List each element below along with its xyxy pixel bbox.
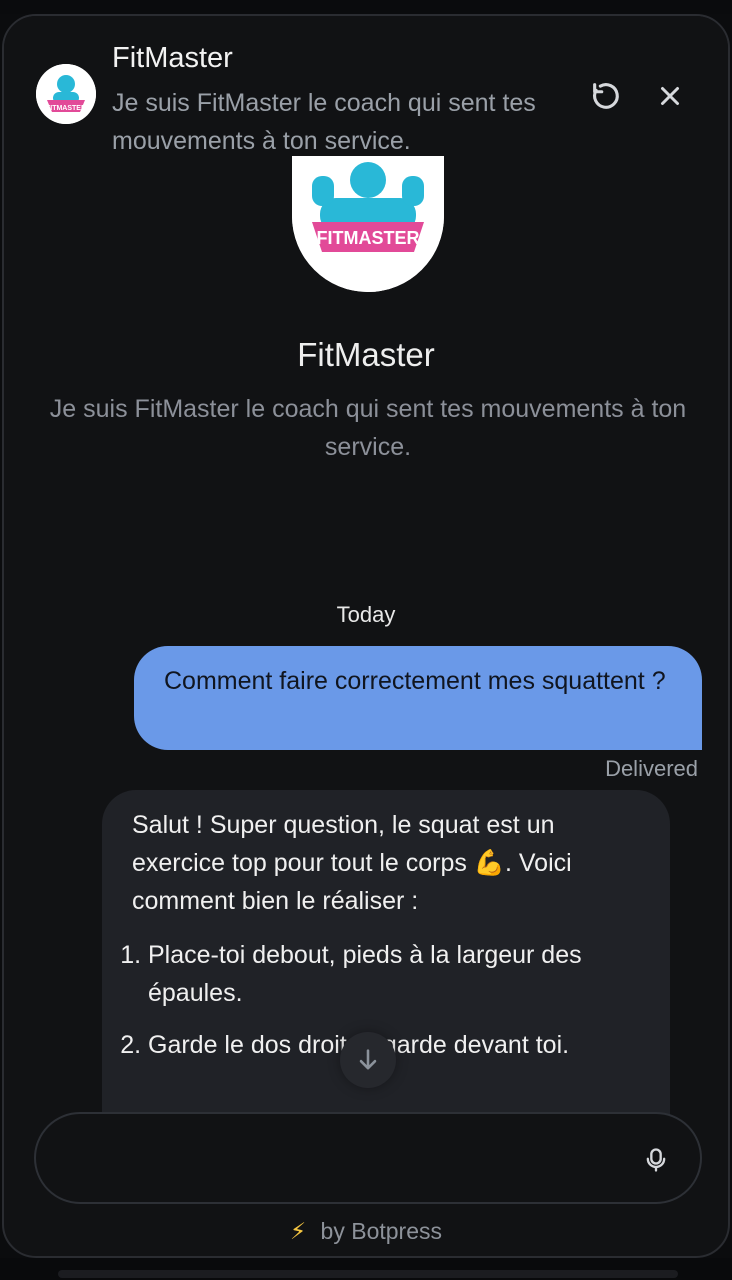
message-composer <box>34 1112 702 1204</box>
restart-button[interactable] <box>586 76 626 116</box>
arrow-down-icon <box>359 1049 377 1070</box>
system-navigation-pill <box>58 1270 678 1278</box>
hero-title: FitMaster <box>297 336 435 373</box>
close-button[interactable] <box>650 76 690 116</box>
footer-text: by Botpress <box>320 1218 442 1244</box>
message-status: Delivered <box>605 756 698 781</box>
mic-icon <box>646 1148 666 1172</box>
chat-widget: FITMASTER FitMaster Je suis FitMaster le… <box>2 14 730 1258</box>
bot-avatar-small: FITMASTER <box>36 64 96 124</box>
bot-avatar-large: FITMASTER <box>292 156 444 292</box>
hero-subtitle: Je suis FitMaster le coach qui sent tes … <box>49 395 687 461</box>
chat-title: FitMaster <box>112 42 233 74</box>
mic-button[interactable] <box>640 1142 672 1178</box>
bot-step-1: Place-toi debout, pieds à la largeur des… <box>148 936 640 1012</box>
fitmaster-logo-large: FITMASTER <box>292 156 444 292</box>
scroll-to-bottom-button[interactable] <box>340 1032 396 1088</box>
restart-icon <box>593 83 619 109</box>
close-icon <box>661 87 679 105</box>
chat-subtitle: Je suis FitMaster le coach qui sent tes … <box>112 89 536 155</box>
svg-text:FITMASTER: FITMASTER <box>317 228 420 248</box>
message-input[interactable] <box>60 1136 624 1182</box>
chat-header: FITMASTER FitMaster Je suis FitMaster le… <box>4 16 728 166</box>
fitmaster-logo-small: FITMASTER <box>36 64 96 124</box>
bot-message-intro: Salut ! Super question, le squat est un … <box>132 811 572 915</box>
date-divider: Today <box>336 602 396 627</box>
svg-text:FITMASTER: FITMASTER <box>46 105 86 112</box>
status-bar <box>0 0 732 14</box>
user-message: Comment faire correctement mes squattent… <box>134 646 702 750</box>
branding-footer: ⚡ by Botpress <box>4 1218 728 1245</box>
bolt-icon: ⚡ <box>290 1218 307 1244</box>
bot-message: Salut ! Super question, le squat est un … <box>102 790 670 1150</box>
